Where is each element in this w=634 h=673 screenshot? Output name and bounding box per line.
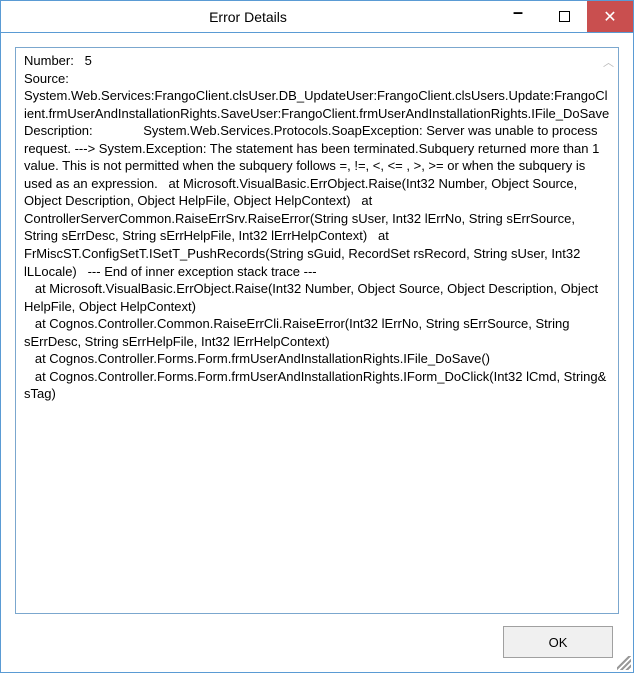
error-details-textbox[interactable]: ︿ Number: 5 Source: System.Web.Services:… [15,47,619,614]
close-button[interactable]: ✕ [587,1,633,32]
maximize-icon [559,11,570,22]
window-controls: – ✕ [495,1,633,32]
content-wrapper: ︿ Number: 5 Source: System.Web.Services:… [1,33,633,672]
titlebar[interactable]: Error Details – ✕ [1,1,633,33]
scroll-up-icon[interactable]: ︿ [603,54,614,70]
button-row: OK [15,614,619,658]
ok-button[interactable]: OK [503,626,613,658]
minimize-icon: – [513,2,523,23]
error-details-text: Number: 5 Source: System.Web.Services:Fr… [24,52,610,403]
window-title: Error Details [1,9,495,25]
error-dialog-window: Error Details – ✕ ︿ Number: 5 Source: Sy… [0,0,634,673]
content-area: ︿ Number: 5 Source: System.Web.Services:… [1,33,633,672]
maximize-button[interactable] [541,1,587,32]
minimize-button[interactable]: – [495,1,541,32]
close-icon: ✕ [603,7,616,27]
resize-grip-icon[interactable] [617,656,631,670]
